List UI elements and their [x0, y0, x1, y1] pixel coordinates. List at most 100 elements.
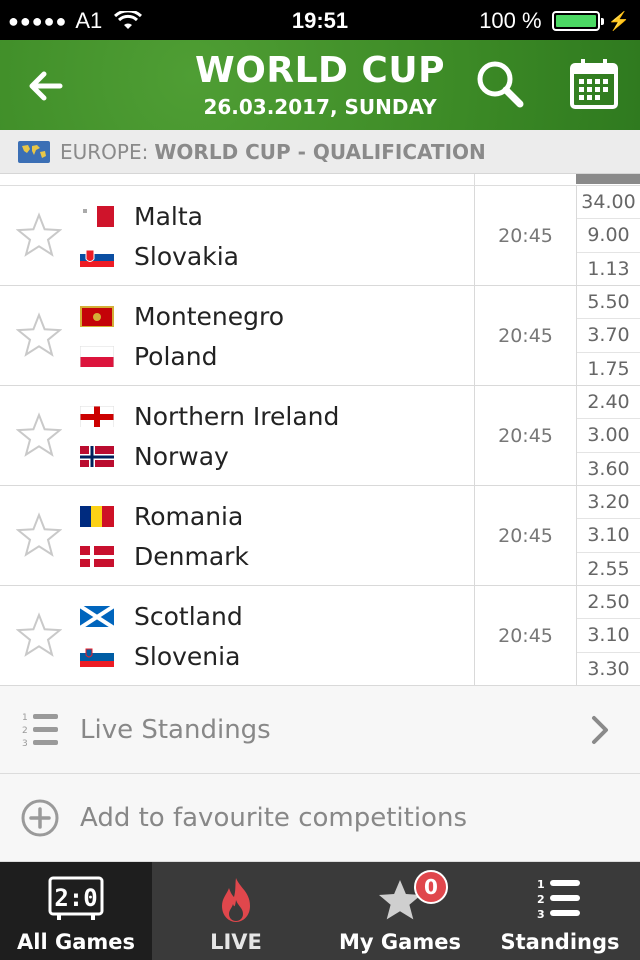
- match-row[interactable]: Malta Slovakia 20:45 34.00 9.00 1.13: [0, 186, 640, 286]
- away-team-name: Norway: [134, 441, 229, 471]
- flame-icon: [222, 878, 250, 922]
- favourite-star-icon[interactable]: [16, 512, 62, 558]
- svg-text:2: 2: [22, 726, 28, 736]
- away-team: Denmark: [80, 536, 249, 576]
- away-team-name: Slovenia: [134, 641, 241, 671]
- odd-home[interactable]: 34.00: [577, 186, 640, 220]
- world-map-icon: [18, 140, 50, 163]
- favourite-star-icon[interactable]: [16, 412, 62, 458]
- home-team: Malta: [80, 196, 203, 236]
- odd-draw[interactable]: 3.10: [577, 519, 640, 553]
- odd-draw[interactable]: 3.70: [577, 319, 640, 353]
- plus-circle-icon: [21, 799, 59, 837]
- home-team-name: Northern Ireland: [134, 401, 340, 431]
- breadcrumb-region: EUROPE:: [60, 139, 149, 164]
- montenegro-flag-icon: [80, 305, 114, 327]
- kickoff-time: 20:45: [474, 486, 576, 586]
- home-team: Montenegro: [80, 296, 284, 336]
- away-team: Slovenia: [80, 636, 240, 676]
- svg-text:3: 3: [537, 908, 545, 920]
- favourite-star-icon[interactable]: [16, 612, 62, 658]
- add-favourite-row[interactable]: Add to favourite competitions: [0, 774, 640, 862]
- tab-my-games[interactable]: 0 My Games: [320, 862, 480, 960]
- tab-all-games[interactable]: 2:0 All Games: [0, 862, 152, 960]
- scotland-flag-icon: [80, 605, 114, 627]
- home-team: Romania: [80, 496, 243, 536]
- battery-percent: 100 %: [479, 8, 542, 33]
- match-row[interactable]: Montenegro Poland 20:45 5.50 3.70 1.75: [0, 286, 640, 386]
- poland-flag-icon: [80, 345, 114, 367]
- svg-text:2: 2: [537, 893, 545, 906]
- home-team: Northern Ireland: [80, 396, 339, 436]
- odds-column: 3.20 3.10 2.55: [576, 486, 640, 586]
- bottom-tab-bar: 2:0 All Games LIVE 0 My Games 1 2 3 Standi…: [0, 862, 640, 960]
- status-bar: ●●●●● A1 19:51 100 % ⚡: [0, 0, 640, 40]
- home-team: Scotland: [80, 596, 243, 636]
- tab-live-label: LIVE: [210, 930, 262, 954]
- away-team: Slovakia: [80, 236, 239, 276]
- scrolled-row-fragment: [0, 174, 640, 186]
- numbered-list-icon: 1 2 3: [22, 713, 58, 749]
- odd-home[interactable]: 2.40: [577, 386, 640, 420]
- my-games-count-badge: 0: [414, 870, 448, 904]
- odd-home[interactable]: 5.50: [577, 286, 640, 320]
- odds-column: 2.40 3.00 3.60: [576, 386, 640, 486]
- tab-standings[interactable]: 1 2 3 Standings: [480, 862, 640, 960]
- away-team: Norway: [80, 436, 229, 476]
- search-button[interactable]: [472, 56, 528, 112]
- northern-ireland-flag-icon: [80, 405, 114, 427]
- odd-draw[interactable]: 3.10: [577, 619, 640, 653]
- competition-breadcrumb[interactable]: EUROPE: WORLD CUP - QUALIFICATION: [0, 130, 640, 174]
- odd-home[interactable]: 3.20: [577, 486, 640, 520]
- home-team-name: Romania: [134, 501, 244, 531]
- away-team-name: Slovakia: [134, 241, 239, 271]
- add-favourite-label: Add to favourite competitions: [80, 802, 467, 833]
- norway-flag-icon: [80, 445, 114, 467]
- slovenia-flag-icon: [80, 645, 114, 667]
- odds-column: 5.50 3.70 1.75: [576, 286, 640, 386]
- svg-text:1: 1: [537, 878, 545, 891]
- tab-all-games-label: All Games: [17, 930, 135, 954]
- kickoff-time: 20:45: [474, 286, 576, 386]
- match-row[interactable]: Romania Denmark 20:45 3.20 3.10 2.55: [0, 486, 640, 586]
- odd-away[interactable]: 3.60: [577, 453, 640, 486]
- odd-away[interactable]: 3.30: [577, 653, 640, 686]
- page-title: WORLD CUP: [195, 50, 445, 91]
- chevron-right-icon: [592, 716, 608, 744]
- kickoff-time: 20:45: [474, 186, 576, 286]
- svg-text:2:0: 2:0: [54, 884, 97, 912]
- page-date: 26.03.2017, SUNDAY: [203, 95, 437, 119]
- odds-column: 2.50 3.10 3.30: [576, 586, 640, 686]
- odds-column: 34.00 9.00 1.13: [576, 186, 640, 286]
- match-row[interactable]: Northern Ireland Norway 20:45 2.40 3.00 …: [0, 386, 640, 486]
- scoreboard-icon: 2:0: [48, 876, 104, 920]
- denmark-flag-icon: [80, 545, 114, 567]
- match-row[interactable]: Scotland Slovenia 20:45 2.50 3.10 3.30: [0, 586, 640, 686]
- odd-home[interactable]: 2.50: [577, 586, 640, 620]
- odd-away[interactable]: 1.13: [577, 253, 640, 286]
- tab-my-games-label: My Games: [339, 930, 461, 954]
- odd-draw[interactable]: 3.00: [577, 419, 640, 453]
- tab-live[interactable]: LIVE: [152, 862, 320, 960]
- odd-away[interactable]: 2.55: [577, 553, 640, 586]
- slovakia-flag-icon: [80, 245, 114, 267]
- home-team-name: Montenegro: [134, 301, 285, 331]
- app-header: WORLD CUP 26.03.2017, SUNDAY: [0, 40, 640, 130]
- home-team-name: Scotland: [134, 601, 243, 631]
- away-team-name: Denmark: [134, 541, 249, 571]
- malta-flag-icon: [80, 205, 114, 227]
- battery-icon: [551, 11, 604, 31]
- live-standings-row[interactable]: 1 2 3 Live Standings: [0, 686, 640, 774]
- svg-text:3: 3: [22, 739, 28, 749]
- favourite-star-icon[interactable]: [16, 312, 62, 358]
- away-team: Poland: [80, 336, 217, 376]
- match-list: Malta Slovakia 20:45 34.00 9.00 1.13 Mon…: [0, 186, 640, 686]
- calendar-button[interactable]: [568, 56, 620, 112]
- breadcrumb-competition: WORLD CUP - QUALIFICATION: [154, 139, 486, 164]
- romania-flag-icon: [80, 505, 114, 527]
- kickoff-time: 20:45: [474, 586, 576, 686]
- favourite-star-icon[interactable]: [16, 212, 62, 258]
- odd-away[interactable]: 1.75: [577, 353, 640, 386]
- charging-icon: ⚡: [607, 10, 630, 31]
- odd-draw[interactable]: 9.00: [577, 219, 640, 253]
